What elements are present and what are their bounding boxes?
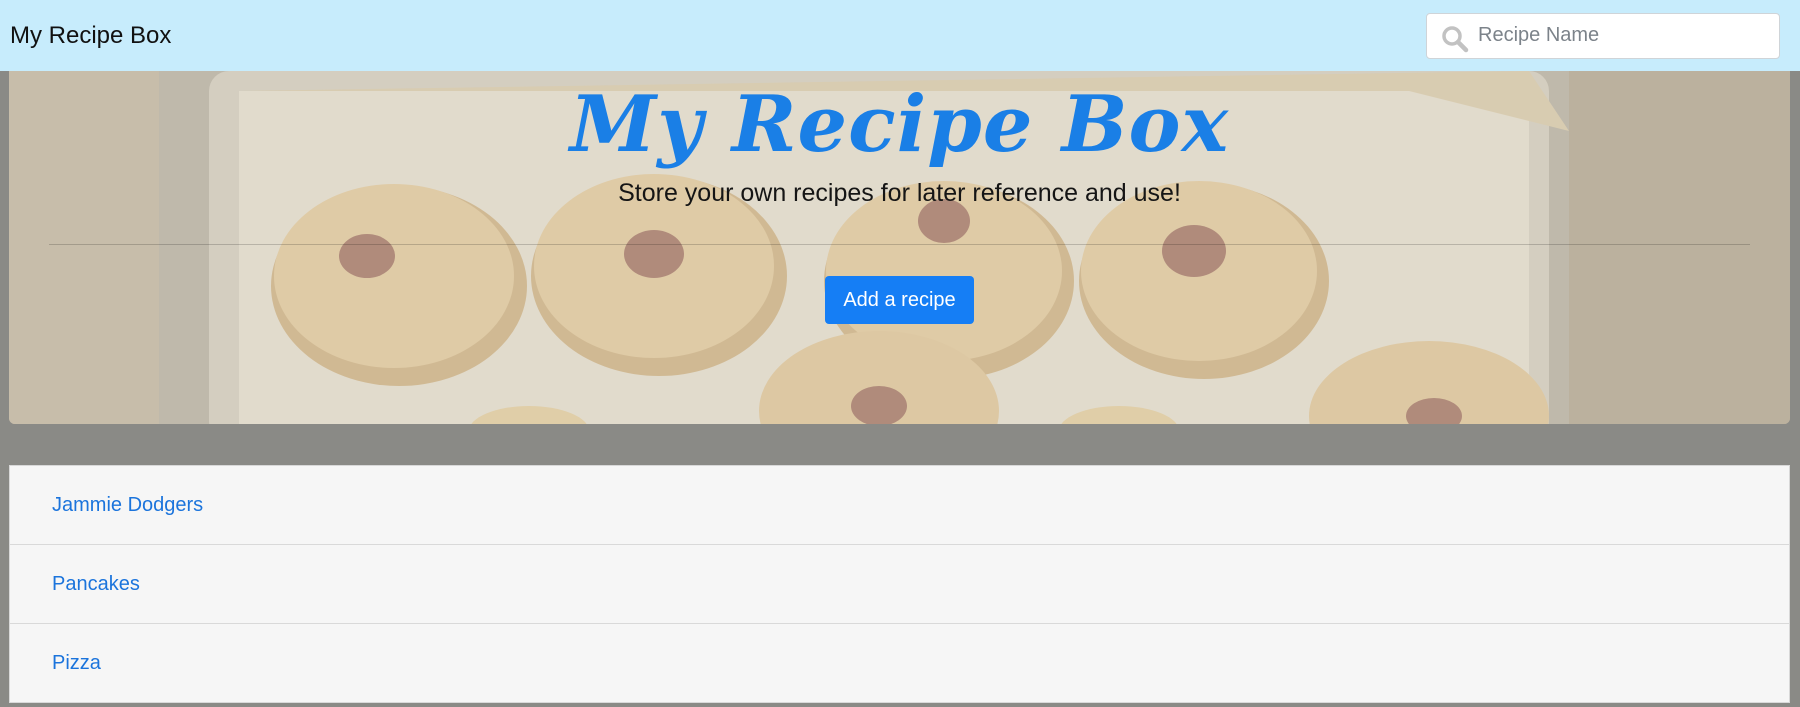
search-icon bbox=[1442, 25, 1469, 52]
search-box[interactable] bbox=[1426, 12, 1780, 59]
recipe-list-item[interactable]: Pancakes bbox=[10, 545, 1789, 624]
recipe-list-item[interactable]: Jammie Dodgers bbox=[10, 466, 1789, 545]
hero-subtitle: Store your own recipes for later referen… bbox=[618, 179, 1181, 207]
hero-divider bbox=[49, 244, 1750, 245]
search-input[interactable] bbox=[1427, 13, 1779, 58]
recipe-list-item[interactable]: Pizza bbox=[10, 624, 1789, 703]
hero-title: My Recipe Box bbox=[569, 79, 1230, 170]
navbar: My Recipe Box bbox=[0, 0, 1800, 71]
recipe-list: Jammie Dodgers Pancakes Pizza bbox=[9, 465, 1790, 703]
navbar-brand[interactable]: My Recipe Box bbox=[10, 22, 171, 50]
hero-jumbotron: My Recipe Box Store your own recipes for… bbox=[9, 71, 1790, 424]
add-recipe-button[interactable]: Add a recipe bbox=[825, 276, 974, 324]
